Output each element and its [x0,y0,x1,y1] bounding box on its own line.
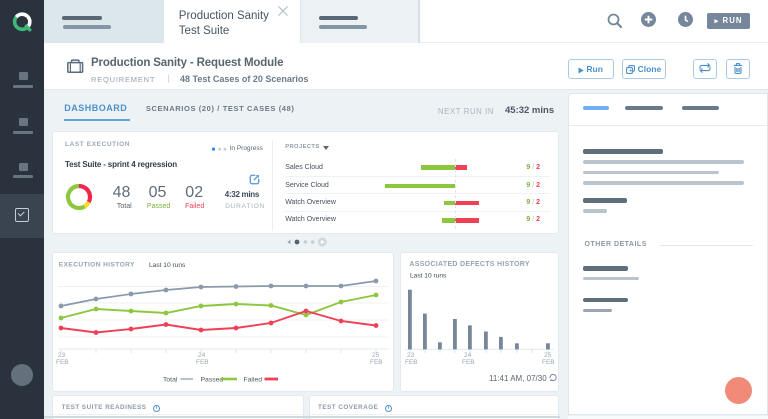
svg-text:11:41 AM, 07/30: 11:41 AM, 07/30 [489,374,547,383]
svg-text:FEB: FEB [370,359,383,366]
svg-text:23: 23 [407,352,415,359]
svg-text:FEB: FEB [405,359,418,366]
svg-text:Last 10 runs: Last 10 runs [149,262,186,269]
svg-text:Last 10 runs: Last 10 runs [410,273,447,280]
svg-text:EXECUTION HISTORY: EXECUTION HISTORY [59,262,135,269]
svg-text:FEB: FEB [542,359,555,366]
svg-text:23: 23 [58,352,66,359]
svg-text:FEB: FEB [56,359,69,366]
svg-text:FEB: FEB [462,359,475,366]
svg-text:ASSOCIATED DEFECTS HISTORY: ASSOCIATED DEFECTS HISTORY [409,261,529,268]
svg-text:Passed: Passed [201,376,224,383]
svg-text:24: 24 [464,352,472,359]
svg-text:25: 25 [544,352,552,359]
svg-text:FEB: FEB [196,359,209,366]
svg-text:Failed: Failed [244,376,263,383]
svg-text:25: 25 [372,352,380,359]
svg-text:24: 24 [198,352,206,359]
svg-text:Total: Total [163,376,178,383]
